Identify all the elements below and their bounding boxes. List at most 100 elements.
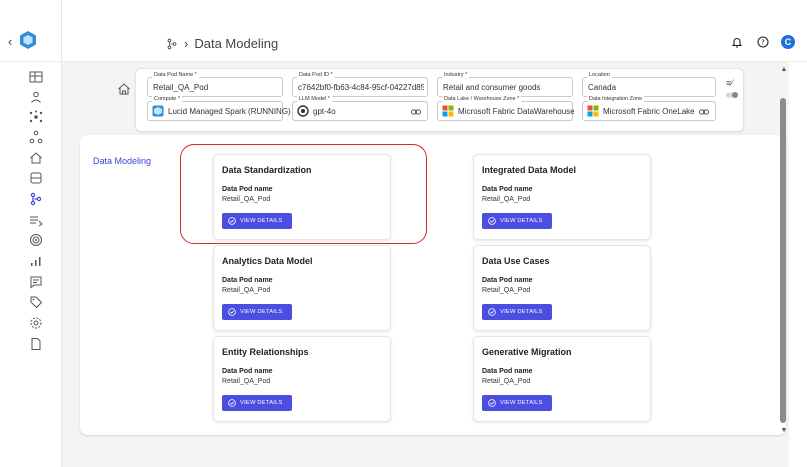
compute-field[interactable]: Compute * Lucid Managed Spark (RUNNING) [147, 96, 291, 121]
database-icon [30, 172, 42, 184]
data-pod-id-label: Data Pod ID * [297, 72, 335, 78]
chart-icon [31, 257, 41, 266]
data-lake-field[interactable]: Data Lake / Warehouse Zone * Microsoft F… [437, 96, 575, 121]
breadcrumb-separator-icon: › [184, 36, 189, 51]
data-pod-id-field[interactable]: Data Pod ID * c7642bf0-fb63-4c84-95cf-04… [292, 72, 428, 97]
user-icon [31, 91, 41, 103]
sidebar-item-settings[interactable] [28, 315, 44, 331]
chat-icon [30, 276, 42, 289]
card-data-use-cases: Data Use Cases Data Pod name Retail_QA_P… [473, 245, 651, 331]
scroll-down-arrow-icon[interactable]: ▼ [779, 427, 789, 434]
location-value: Canada [588, 83, 617, 92]
avatar[interactable]: C [781, 35, 795, 49]
network-icon [29, 110, 43, 123]
microsoft-logo-icon [587, 105, 599, 117]
sidebar-item-data-modeling[interactable] [28, 191, 44, 207]
card-pod-label: Data Pod name [222, 368, 273, 375]
card-analytics-data-model: Analytics Data Model Data Pod name Retai… [213, 245, 391, 331]
view-details-button[interactable]: VIEW DETAILS [482, 304, 552, 320]
spark-logo-icon [152, 105, 164, 117]
industry-label: Industry * [442, 72, 470, 78]
view-details-label: VIEW DETAILS [500, 309, 543, 315]
svg-text:?: ? [761, 39, 765, 47]
section-title: Data Modeling [93, 156, 152, 166]
card-pod-value: Retail_QA_Pod [482, 378, 531, 385]
card-pod-label: Data Pod name [222, 277, 273, 284]
check-circle-icon [488, 217, 496, 225]
card-pod-label: Data Pod name [482, 186, 533, 193]
integration-zone-field[interactable]: Data Integration Zone Microsoft Fabric O… [582, 96, 716, 121]
card-pod-label: Data Pod name [482, 277, 533, 284]
industry-value: Retail and consumer goods [443, 83, 541, 92]
view-details-label: VIEW DETAILS [240, 309, 283, 315]
check-circle-icon [488, 308, 496, 316]
app-logo-icon[interactable] [18, 30, 38, 50]
location-field[interactable]: Location Canada [582, 72, 716, 97]
data-pod-id-value: c7642bf0-fb63-4c84-95cf-04227d854 [298, 83, 424, 92]
link-icon[interactable] [699, 107, 709, 117]
sidebar-item-chat[interactable] [28, 274, 44, 290]
sidebar-item-user[interactable] [28, 89, 44, 105]
left-rail: ‹ [0, 0, 62, 467]
data-pod-name-field[interactable]: Data Pod Name * Retail_QA_Pod [147, 72, 283, 97]
sidebar-item-home[interactable] [28, 150, 44, 166]
sidebar-item-table[interactable] [28, 69, 44, 85]
view-details-label: VIEW DETAILS [240, 400, 283, 406]
sidebar-item-database[interactable] [28, 170, 44, 186]
notification-bell-icon[interactable] [729, 34, 745, 50]
data-modeling-icon [167, 38, 177, 49]
rail-header: ‹ [0, 0, 62, 62]
microsoft-logo-icon [442, 105, 454, 117]
document-icon [31, 338, 41, 350]
llm-model-field[interactable]: LLM Model * gpt-4o [292, 96, 428, 121]
card-title: Analytics Data Model [222, 256, 313, 266]
llm-model-label: LLM Model * [297, 96, 332, 102]
scrollbar-thumb[interactable] [780, 98, 786, 423]
card-generative-migration: Generative Migration Data Pod name Retai… [473, 336, 651, 422]
card-title: Integrated Data Model [482, 165, 577, 175]
sidebar-item-tag[interactable] [28, 294, 44, 310]
view-details-button[interactable]: VIEW DETAILS [222, 304, 292, 320]
card-pod-value: Retail_QA_Pod [482, 196, 531, 203]
sidebar-item-document[interactable] [28, 336, 44, 352]
breadcrumb: › Data Modeling [166, 36, 278, 51]
scroll-up-arrow-icon[interactable]: ▲ [779, 66, 789, 73]
industry-field[interactable]: Industry * Retail and consumer goods [437, 72, 573, 97]
check-circle-icon [228, 308, 236, 316]
sidebar-item-nodes[interactable] [28, 129, 44, 145]
nodes-icon [29, 130, 43, 144]
card-pod-value: Retail_QA_Pod [482, 287, 531, 294]
card-integrated-data-model: Integrated Data Model Data Pod name Reta… [473, 154, 651, 240]
header-actions: ? C [729, 34, 795, 50]
home-icon[interactable] [117, 82, 131, 96]
settings-icon [30, 317, 42, 329]
top-bar: › Data Modeling ? C [62, 0, 807, 62]
llm-model-value: gpt-4o [313, 107, 336, 116]
compute-label: Compute * [152, 96, 182, 102]
view-details-button[interactable]: VIEW DETAILS [222, 395, 292, 411]
card-title: Entity Relationships [222, 347, 309, 357]
link-icon[interactable] [411, 107, 421, 117]
view-details-button[interactable]: VIEW DETAILS [482, 213, 552, 229]
location-label: Location [587, 72, 612, 78]
view-details-button[interactable]: VIEW DETAILS [482, 395, 552, 411]
integration-zone-label: Data Integration Zone [587, 96, 645, 102]
help-icon[interactable]: ? [755, 34, 771, 50]
collapse-chevron-icon[interactable]: ‹ [8, 34, 12, 49]
openai-logo-icon [297, 105, 309, 117]
view-details-label: VIEW DETAILS [500, 400, 543, 406]
card-title: Data Use Cases [482, 256, 550, 266]
edit-list-icon[interactable]: ≡⁄ [726, 78, 733, 88]
sidebar-item-chart[interactable] [28, 253, 44, 269]
target-icon [30, 234, 42, 246]
integration-zone-value: Microsoft Fabric OneLake [603, 107, 695, 116]
sidebar-item-target[interactable] [28, 232, 44, 248]
card-pod-label: Data Pod name [482, 368, 533, 375]
toggle-switch[interactable] [726, 91, 738, 99]
compute-value: Lucid Managed Spark (RUNNING) [168, 107, 291, 116]
sidebar-item-network[interactable] [28, 109, 44, 125]
home-icon [30, 152, 42, 164]
sidebar-item-pipeline[interactable] [28, 212, 44, 228]
data-lake-label: Data Lake / Warehouse Zone * [442, 96, 522, 102]
highlight-annotation [180, 144, 427, 244]
